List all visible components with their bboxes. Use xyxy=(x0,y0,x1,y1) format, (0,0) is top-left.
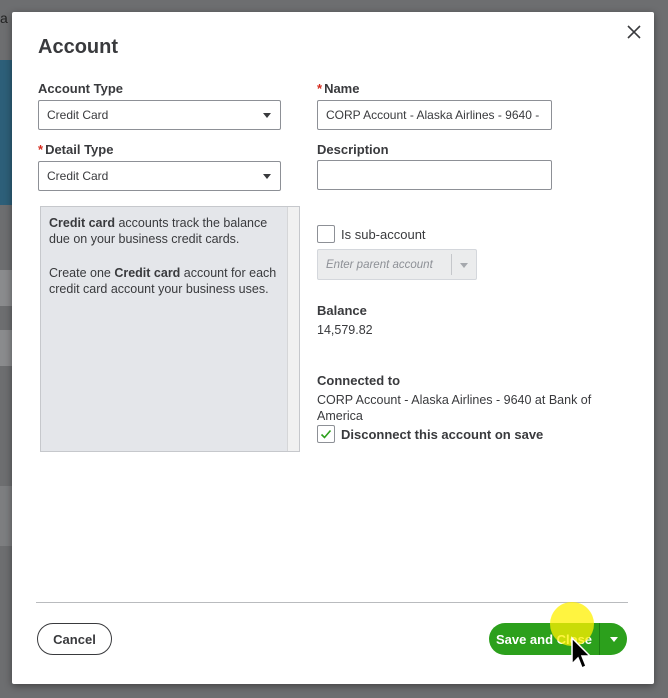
name-label-text: Name xyxy=(324,81,360,96)
disconnect-label: Disconnect this account on save xyxy=(341,427,544,442)
parent-account-select: Enter parent account xyxy=(317,249,477,280)
background-panel xyxy=(0,60,12,205)
name-input[interactable] xyxy=(317,100,552,130)
account-dialog: Account Account Type Credit Card * Detail… xyxy=(12,12,654,684)
connected-value: CORP Account - Alaska Airlines - 9640 at… xyxy=(317,393,592,423)
save-options-button[interactable] xyxy=(600,623,627,655)
name-label: * Name xyxy=(317,81,359,96)
description-label: Description xyxy=(317,142,389,157)
checkmark-icon xyxy=(320,429,332,439)
save-and-close-button[interactable]: Save and Close xyxy=(489,623,599,655)
detail-type-label-text: Detail Type xyxy=(45,142,114,157)
save-button-group: Save and Close xyxy=(489,623,627,655)
background-row xyxy=(0,270,12,306)
account-type-label: Account Type xyxy=(38,81,123,96)
help-scrollbar[interactable] xyxy=(287,207,299,451)
required-marker: * xyxy=(38,142,44,157)
sub-account-checkbox[interactable] xyxy=(317,225,335,243)
detail-type-select[interactable]: Credit Card xyxy=(38,161,281,191)
detail-type-value: Credit Card xyxy=(47,169,109,183)
caret-down-icon xyxy=(609,636,618,642)
detail-type-label: * Detail Type xyxy=(38,142,113,157)
close-icon xyxy=(627,25,641,39)
caret-down-icon xyxy=(460,263,468,268)
background-text: a xyxy=(0,10,8,26)
description-input[interactable] xyxy=(317,160,552,190)
balance-label: Balance xyxy=(317,303,367,318)
help-panel: Credit card accounts track the balance d… xyxy=(40,206,300,452)
cancel-button[interactable]: Cancel xyxy=(37,623,112,655)
help-text-1: Credit card accounts track the balance d… xyxy=(49,215,279,247)
disconnect-checkbox[interactable] xyxy=(317,425,335,443)
account-type-select[interactable]: Credit Card xyxy=(38,100,281,130)
caret-down-icon xyxy=(263,113,271,118)
help-text: Create one xyxy=(49,266,115,280)
footer-divider xyxy=(36,602,628,603)
background-row xyxy=(0,330,12,366)
sub-account-label: Is sub-account xyxy=(341,227,426,242)
background-row xyxy=(0,486,12,546)
caret-down-icon xyxy=(263,174,271,179)
select-divider xyxy=(451,254,452,275)
connected-label: Connected to xyxy=(317,373,401,388)
parent-account-placeholder: Enter parent account xyxy=(326,258,433,271)
help-text-2: Create one Credit card account for each … xyxy=(49,265,279,297)
help-bold-term: Credit card xyxy=(49,216,115,230)
close-button[interactable] xyxy=(624,22,644,42)
balance-value: 14,579.82 xyxy=(317,323,373,337)
required-marker: * xyxy=(317,81,323,96)
account-type-value: Credit Card xyxy=(47,108,109,122)
dialog-title: Account xyxy=(38,36,118,58)
help-bold-term: Credit card xyxy=(114,266,181,280)
